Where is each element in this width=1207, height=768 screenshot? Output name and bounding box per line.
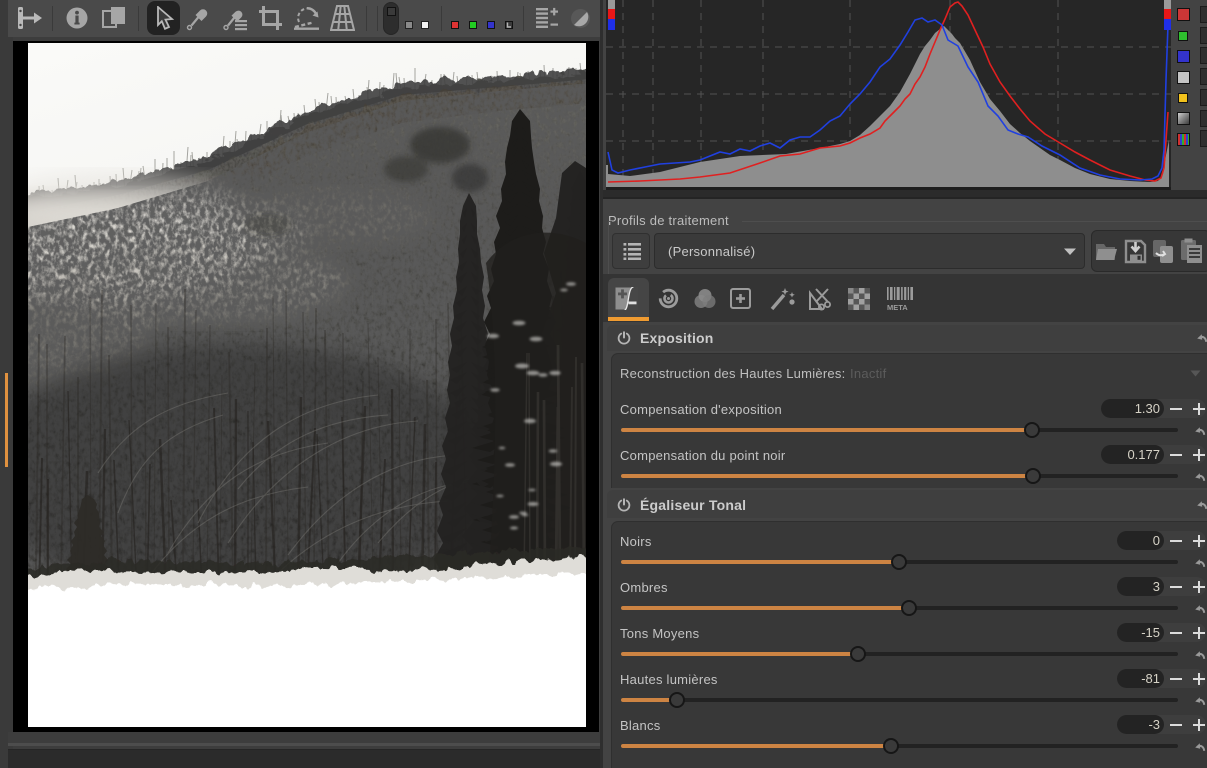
svg-text:META: META [887,303,908,311]
